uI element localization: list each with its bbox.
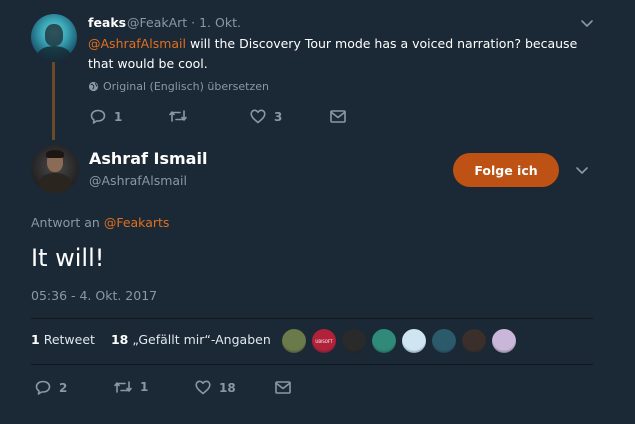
tweet-timestamp[interactable]: 05:36 - 4. Okt. 2017: [31, 288, 157, 303]
heart-icon: [195, 380, 211, 395]
like-button[interactable]: 18: [195, 380, 236, 395]
liker-avatar[interactable]: [461, 328, 487, 354]
author-name[interactable]: Ashraf Ismail: [89, 149, 207, 168]
mention-link[interactable]: @AshrafAlsmail: [88, 36, 186, 51]
tweet-stats: 1 Retweet 18 „Gefällt mir“-Angaben: [31, 332, 271, 347]
like-button[interactable]: 3: [250, 109, 282, 124]
liker-avatar[interactable]: [341, 328, 367, 354]
retweet-stat-count[interactable]: 1: [31, 332, 40, 347]
ubisoft-logo-text: UBISOFT: [315, 338, 333, 344]
thread-connector: [52, 62, 55, 140]
reply-icon: [90, 109, 106, 124]
reply-to-link[interactable]: @Feakarts: [104, 215, 170, 230]
liker-avatar[interactable]: [491, 328, 517, 354]
liker-avatar[interactable]: [371, 328, 397, 354]
chevron-down-icon[interactable]: [575, 163, 589, 177]
retweet-icon: [114, 381, 132, 393]
avatar-feaks[interactable]: [31, 14, 77, 60]
retweet-button[interactable]: 1: [114, 380, 148, 394]
translate-label: Original (Englisch) übersetzen: [103, 80, 269, 93]
heart-icon: [250, 109, 266, 124]
envelope-icon: [330, 110, 346, 123]
divider: [31, 364, 593, 365]
parent-author-name[interactable]: feaks: [88, 15, 126, 30]
parent-tweet-text: @AshrafAlsmail will the Discovery Tour m…: [88, 36, 578, 71]
reply-count: 2: [59, 380, 68, 395]
liker-avatar[interactable]: [281, 328, 307, 354]
globe-icon: [88, 81, 99, 92]
reply-count: 1: [114, 109, 123, 124]
retweet-stat-label[interactable]: Retweet: [44, 332, 95, 347]
direct-message-button[interactable]: [330, 110, 346, 123]
liker-avatar[interactable]: [431, 328, 457, 354]
retweet-icon: [169, 110, 187, 122]
retweet-count: 1: [140, 380, 149, 394]
reply-button[interactable]: 1: [90, 109, 122, 124]
parent-author-handle-date[interactable]: @FeakArt · 1. Okt.: [127, 15, 241, 30]
divider: [31, 318, 593, 319]
reply-icon: [35, 380, 51, 395]
translate-link[interactable]: Original (Englisch) übersetzen: [88, 80, 269, 93]
retweet-button[interactable]: [169, 109, 195, 123]
likes-stat-label[interactable]: „Gefällt mir“-Angaben: [132, 332, 270, 347]
tweet-text: It will!: [31, 244, 105, 272]
liker-avatar[interactable]: [401, 328, 427, 354]
liker-avatar[interactable]: UBISOFT: [311, 328, 337, 354]
likers-avatars: UBISOFT: [281, 328, 517, 354]
likes-stat-count[interactable]: 18: [111, 332, 128, 347]
envelope-icon: [275, 381, 291, 394]
author-handle[interactable]: @AshrafAlsmail: [89, 173, 187, 188]
reply-button[interactable]: 2: [35, 380, 67, 395]
like-count: 3: [274, 109, 283, 124]
chevron-down-icon[interactable]: [580, 16, 594, 30]
direct-message-button[interactable]: [275, 381, 291, 394]
reply-context: Antwort an @Feakarts: [31, 215, 170, 230]
avatar-ashraf[interactable]: [31, 145, 79, 193]
like-count: 18: [219, 380, 236, 395]
follow-button[interactable]: Folge ich: [453, 153, 559, 187]
